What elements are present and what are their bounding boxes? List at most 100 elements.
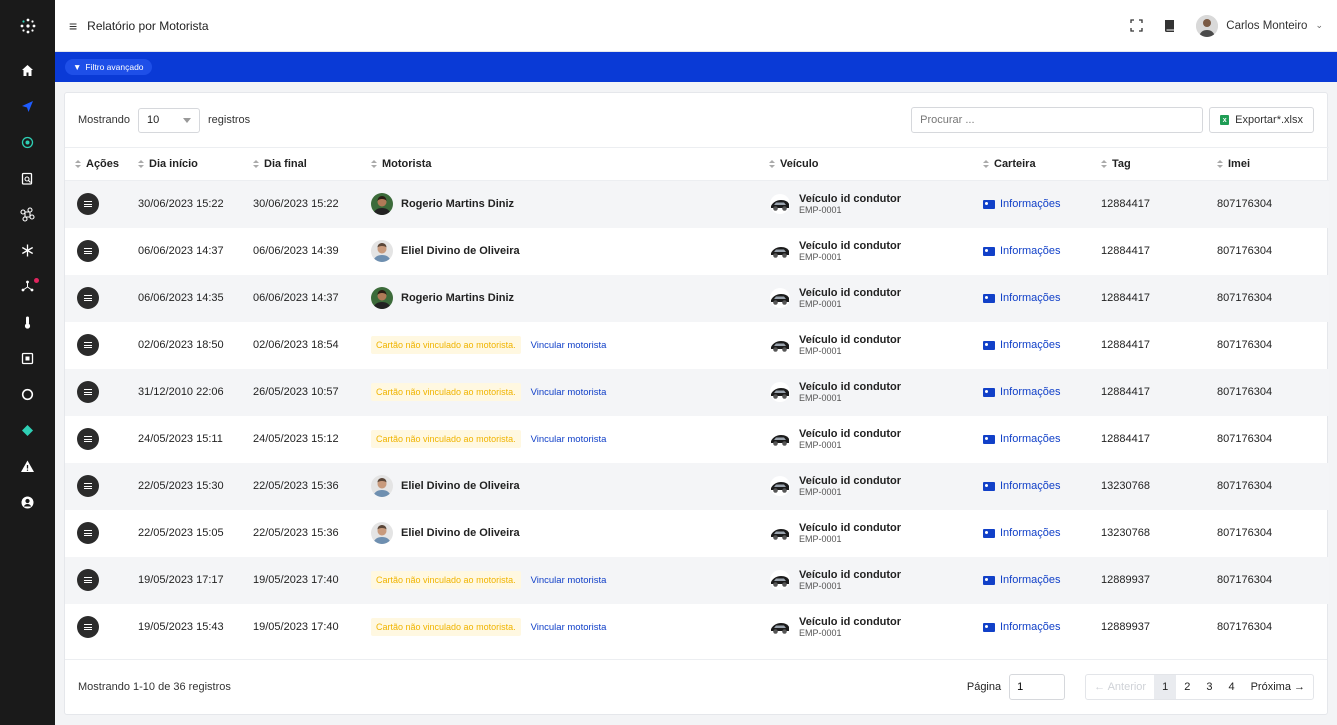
vehicle-cell: Veículo id condutor EMP-0001 [759,604,973,651]
wallet-cell: Informações [973,463,1091,510]
row-actions-button[interactable] [77,428,99,450]
export-xlsx-button[interactable]: x Exportar*.xlsx [1209,107,1314,133]
vehicle-name: Veículo id condutor [799,192,902,205]
column-header-label: Tag [1112,158,1131,170]
column-header[interactable]: Carteira [973,147,1091,181]
column-header-label: Veículo [780,158,819,170]
row-actions-button[interactable] [77,569,99,591]
wallet-info-link[interactable]: Informações [983,245,1091,257]
previous-page-button[interactable]: ← Anterior [1086,675,1154,699]
page-size-select[interactable]: 10 [137,107,200,133]
sidebar-item-user-circle[interactable] [0,484,55,520]
wallet-info-link[interactable]: Informações [983,386,1091,398]
row-actions-button[interactable] [77,334,99,356]
driver-cell: Cartão não vinculado ao motorista. Vincul… [361,322,759,369]
row-actions-button[interactable] [77,616,99,638]
link-driver-link[interactable]: Vincular motorista [531,387,607,398]
advanced-filter-button[interactable]: ▼ Filtro avançado [65,59,152,75]
column-header[interactable]: Imei [1207,147,1329,181]
sidebar-item-warning[interactable] [0,448,55,484]
book-icon[interactable] [1162,18,1178,34]
row-actions-button[interactable] [77,287,99,309]
caret-down-icon [182,117,191,123]
sidebar-item-diamond[interactable] [0,412,55,448]
wallet-info-label: Informações [1000,480,1061,492]
hamburger-menu-icon[interactable]: ≡ [69,18,77,34]
page-size-value: 10 [146,114,160,126]
advanced-filter-label: Filtro avançado [85,62,144,72]
sidebar-item-snowflake[interactable] [0,232,55,268]
vehicle-info[interactable]: Veículo id condutor EMP-0001 [769,616,973,639]
search-input[interactable] [911,107,1204,133]
table-row: 30/06/2023 15:22 30/06/2023 15:22 Rogerio … [65,180,1329,228]
sidebar-item-chip[interactable] [0,340,55,376]
vehicle-info[interactable]: Veículo id condutor EMP-0001 [769,428,973,451]
wallet-info-link[interactable]: Informações [983,527,1091,539]
driver-avatar [371,240,393,262]
next-page-button[interactable]: Próxima → [1243,675,1313,699]
row-actions-button[interactable] [77,475,99,497]
wallet-info-link[interactable]: Informações [983,198,1091,210]
driver-info[interactable]: Rogerio Martins Diniz [371,287,759,309]
page-button-2[interactable]: 2 [1176,675,1198,699]
row-actions-button[interactable] [77,522,99,544]
link-driver-link[interactable]: Vincular motorista [531,340,607,351]
link-driver-link[interactable]: Vincular motorista [531,622,607,633]
vehicle-info[interactable]: Veículo id condutor EMP-0001 [769,569,973,592]
driver-info[interactable]: Eliel Divino de Oliveira [371,475,759,497]
wallet-info-link[interactable]: Informações [983,433,1091,445]
column-header[interactable]: Ações [65,147,128,181]
page-button-4[interactable]: 4 [1220,675,1242,699]
wallet-info-link[interactable]: Informações [983,480,1091,492]
sort-icon [75,160,81,169]
wallet-info-link[interactable]: Informações [983,574,1091,586]
fullscreen-icon[interactable] [1128,18,1144,34]
page-button-1[interactable]: 1 [1154,675,1177,699]
page-label: Página [966,681,1002,693]
sidebar-item-circle[interactable] [0,376,55,412]
sidebar-item-home[interactable] [0,52,55,88]
page-number-input[interactable] [1009,674,1066,700]
driver-info[interactable]: Eliel Divino de Oliveira [371,522,759,544]
sidebar-item-target[interactable] [0,124,55,160]
row-actions-button[interactable] [77,381,99,403]
actions-cell [65,604,128,651]
show-label: Mostrando [78,114,130,126]
wallet-info-link[interactable]: Informações [983,621,1091,633]
link-driver-link[interactable]: Vincular motorista [531,575,607,586]
column-header[interactable]: Veículo [759,147,973,181]
sidebar-item-network[interactable] [0,268,55,304]
page-button-3[interactable]: 3 [1198,675,1220,699]
column-header[interactable]: Dia final [243,147,361,181]
table-header-row: Ações Dia início Dia final Motorista Veículo… [65,147,1329,181]
imei-cell: 807176304 [1217,433,1273,445]
column-header[interactable]: Dia início [128,147,243,181]
sidebar-item-clipboard-search[interactable] [0,160,55,196]
vehicle-info[interactable]: Veículo id condutor EMP-0001 [769,240,973,263]
vehicle-info[interactable]: Veículo id condutor EMP-0001 [769,334,973,357]
link-driver-link[interactable]: Vincular motorista [531,434,607,445]
row-actions-button[interactable] [77,193,99,216]
wallet-info-link[interactable]: Informações [983,292,1091,304]
sidebar-item-thermometer[interactable] [0,304,55,340]
column-header[interactable]: Tag [1091,147,1207,181]
driver-cell: Cartão não vinculado ao motorista. Vincul… [361,557,759,604]
column-header[interactable]: Motorista [361,147,759,181]
column-header-label: Imei [1228,158,1251,170]
driver-info[interactable]: Eliel Divino de Oliveira [371,240,759,262]
vehicle-info[interactable]: Veículo id condutor EMP-0001 [769,287,973,310]
row-actions-button[interactable] [77,240,99,262]
vehicle-text: Veículo id condutor EMP-0001 [799,522,901,545]
column-header-label: Motorista [382,158,432,170]
driver-info[interactable]: Rogerio Martins Diniz [371,193,759,216]
wallet-info-link[interactable]: Informações [983,339,1091,351]
sidebar-item-command[interactable] [0,196,55,232]
sidebar-item-location-arrow[interactable] [0,88,55,124]
vehicle-info[interactable]: Veículo id condutor EMP-0001 [769,522,973,545]
app-logo[interactable] [0,0,55,52]
vehicle-info[interactable]: Veículo id condutor EMP-0001 [769,475,973,498]
vehicle-info[interactable]: Veículo id condutor EMP-0001 [769,193,973,216]
vehicle-info[interactable]: Veículo id condutor EMP-0001 [769,381,973,404]
actions-cell [65,510,128,557]
user-menu[interactable]: Carlos Monteiro ⌄ [1196,14,1323,37]
